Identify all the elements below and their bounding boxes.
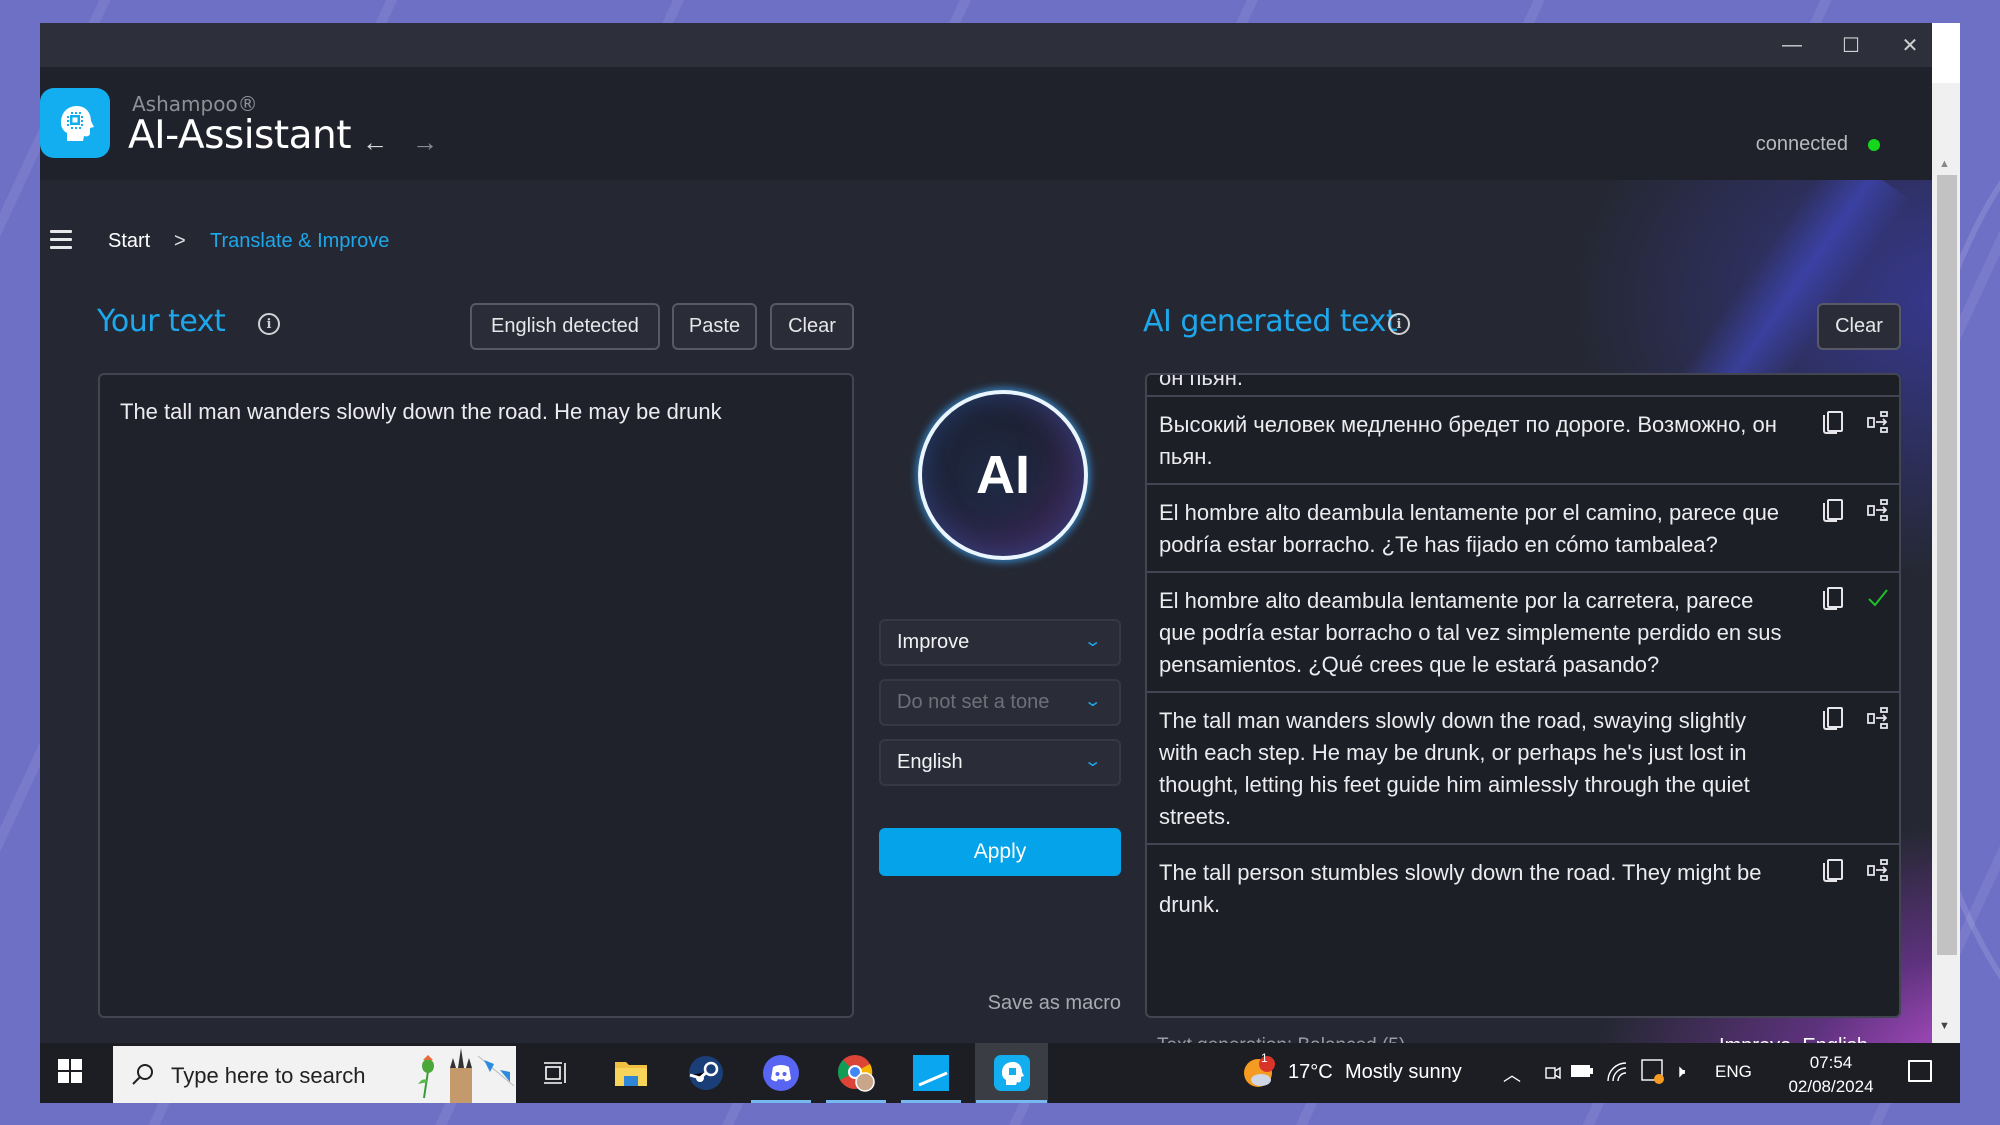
weather-temperature[interactable]: 17°C bbox=[1288, 1061, 1333, 1084]
info-icon[interactable]: i bbox=[258, 313, 280, 335]
background-window-top bbox=[1932, 23, 1960, 83]
list-item-cutoff: он пьян. bbox=[1147, 375, 1899, 397]
result-text: Высокий человек медленно бредет по дорог… bbox=[1159, 412, 1777, 469]
copy-icon[interactable] bbox=[1823, 707, 1843, 730]
breadcrumb-separator: > bbox=[174, 230, 186, 252]
chevron-down-icon: ⌄ bbox=[1082, 753, 1102, 770]
result-text: The tall person stumbles slowly down the… bbox=[1159, 860, 1762, 917]
app-logo-icon bbox=[40, 88, 110, 158]
text-generation-status: Text generation: Balanced (5) bbox=[1157, 1035, 1405, 1043]
paste-button[interactable]: Paste bbox=[672, 303, 757, 350]
clear-output-button[interactable]: Clear bbox=[1817, 303, 1901, 350]
result-text: The tall man wanders slowly down the roa… bbox=[1159, 708, 1750, 829]
back-arrow-icon[interactable]: ← bbox=[362, 127, 388, 158]
result-text: El hombre alto deambula lentamente por e… bbox=[1159, 500, 1780, 557]
breadcrumb-start[interactable]: Start bbox=[108, 230, 150, 253]
scrollbar-thumb[interactable] bbox=[1937, 175, 1957, 955]
sync-app-icon[interactable] bbox=[1640, 1057, 1666, 1085]
head-chip-icon bbox=[61, 106, 94, 141]
use-as-input-icon[interactable] bbox=[1867, 859, 1889, 881]
ai-badge-label: AI bbox=[976, 445, 1030, 505]
search-placeholder: Type here to search bbox=[171, 1063, 366, 1088]
maximize-button[interactable]: ☐ bbox=[1822, 23, 1880, 67]
chevron-down-icon: ⌄ bbox=[1082, 693, 1102, 710]
ai-generated-text-title: AI generated text bbox=[1143, 304, 1398, 339]
volume-icon[interactable]: 🕨 bbox=[1674, 1061, 1685, 1082]
save-as-macro-link[interactable]: Save as macro bbox=[879, 992, 1121, 1015]
task-view-icon[interactable] bbox=[525, 1043, 587, 1103]
result-text: El hombre alto deambula lentamente por l… bbox=[1159, 588, 1782, 677]
info-icon[interactable]: i bbox=[1388, 313, 1410, 335]
chrome-icon[interactable] bbox=[825, 1043, 887, 1103]
copy-icon[interactable] bbox=[1823, 859, 1843, 882]
show-hidden-icons-chevron-icon[interactable]: ︿ bbox=[1503, 1061, 1521, 1087]
app-title: AI-Assistant bbox=[128, 113, 352, 158]
copy-icon[interactable] bbox=[1823, 499, 1843, 522]
chevron-down-icon: ⌄ bbox=[1082, 633, 1102, 650]
mode-value: Improve bbox=[897, 631, 970, 653]
scroll-up-arrow[interactable]: ▲ bbox=[1939, 158, 1950, 170]
search-icon bbox=[132, 1064, 153, 1085]
input-textarea[interactable]: The tall man wanders slowly down the roa… bbox=[98, 373, 854, 1018]
taskbar-search[interactable]: Type here to search bbox=[113, 1046, 516, 1103]
list-item[interactable]: Высокий человек медленно бредет по дорог… bbox=[1147, 397, 1899, 485]
list-item[interactable]: El hombre alto deambula lentamente por l… bbox=[1147, 573, 1899, 693]
app-header: Ashampoo® AI-Assistant ← → connected bbox=[40, 67, 1932, 180]
copy-icon[interactable] bbox=[1823, 587, 1843, 610]
ai-assistant-taskbar-icon[interactable] bbox=[975, 1043, 1048, 1103]
results-list[interactable]: он пьян. Высокий человек медленно бредет… bbox=[1145, 373, 1901, 1018]
weather-condition[interactable]: Mostly sunny bbox=[1345, 1061, 1462, 1084]
list-item[interactable]: The tall man wanders slowly down the roa… bbox=[1147, 693, 1899, 845]
minimize-button[interactable]: — bbox=[1763, 23, 1821, 67]
clock[interactable]: 07:54 02/08/2024 bbox=[1776, 1051, 1886, 1099]
clear-input-button[interactable]: Clear bbox=[770, 303, 854, 350]
unknown-app-icon[interactable] bbox=[900, 1043, 962, 1103]
taskbar: Type here to search 1 17°C Mostly sunny … bbox=[40, 1043, 1960, 1103]
search-highlight-icon bbox=[418, 1048, 515, 1103]
main-content: Start > Translate & Improve Your text i … bbox=[40, 180, 1932, 1043]
your-text-title: Your text bbox=[97, 304, 226, 339]
applied-settings: Improve, English bbox=[1719, 1035, 1868, 1043]
close-button[interactable]: ✕ bbox=[1881, 23, 1932, 67]
use-as-input-icon[interactable] bbox=[1867, 499, 1889, 521]
scroll-down-arrow[interactable]: ▼ bbox=[1939, 1020, 1950, 1032]
tone-placeholder: Do not set a tone bbox=[897, 691, 1050, 713]
ai-badge: AI bbox=[918, 390, 1088, 560]
weather-badge: 1 bbox=[1261, 1051, 1268, 1065]
breadcrumb-current: Translate & Improve bbox=[210, 230, 390, 252]
app-window: — ☐ ✕ Ashampoo® AI-Assistant ← → connect… bbox=[40, 23, 1932, 1043]
file-explorer-icon[interactable] bbox=[600, 1043, 662, 1103]
hamburger-menu-icon[interactable] bbox=[50, 230, 72, 254]
language-value: English bbox=[897, 751, 963, 773]
copy-icon[interactable] bbox=[1823, 411, 1843, 434]
camera-icon[interactable] bbox=[1543, 1061, 1563, 1085]
input-language[interactable]: ENG bbox=[1715, 1062, 1752, 1082]
clock-time: 07:54 bbox=[1809, 1053, 1853, 1072]
discord-icon[interactable] bbox=[750, 1043, 812, 1103]
status-dot-icon bbox=[1868, 139, 1880, 151]
windows-start-icon[interactable] bbox=[58, 1059, 82, 1083]
check-icon bbox=[1868, 589, 1888, 607]
steam-icon[interactable] bbox=[675, 1043, 737, 1103]
mode-dropdown[interactable]: Improve ⌄ bbox=[879, 619, 1121, 666]
connection-status: connected bbox=[1755, 133, 1848, 155]
language-dropdown[interactable]: English ⌄ bbox=[879, 739, 1121, 786]
list-item[interactable]: The tall person stumbles slowly down the… bbox=[1147, 845, 1899, 931]
forward-arrow-icon[interactable]: → bbox=[412, 127, 438, 158]
title-bar: — ☐ ✕ bbox=[40, 23, 1932, 67]
apply-button[interactable]: Apply bbox=[879, 828, 1121, 876]
use-as-input-icon[interactable] bbox=[1867, 707, 1889, 729]
clock-date: 02/08/2024 bbox=[1788, 1077, 1874, 1096]
list-item[interactable]: El hombre alto deambula lentamente por e… bbox=[1147, 485, 1899, 573]
battery-icon[interactable] bbox=[1570, 1063, 1594, 1079]
weather-icon[interactable] bbox=[1242, 1055, 1278, 1091]
wifi-icon[interactable] bbox=[1606, 1061, 1628, 1083]
language-detected-button[interactable]: English detected bbox=[470, 303, 660, 350]
use-as-input-icon[interactable] bbox=[1867, 411, 1889, 433]
tone-dropdown[interactable]: Do not set a tone ⌄ bbox=[879, 679, 1121, 726]
notifications-icon[interactable] bbox=[1908, 1060, 1932, 1082]
